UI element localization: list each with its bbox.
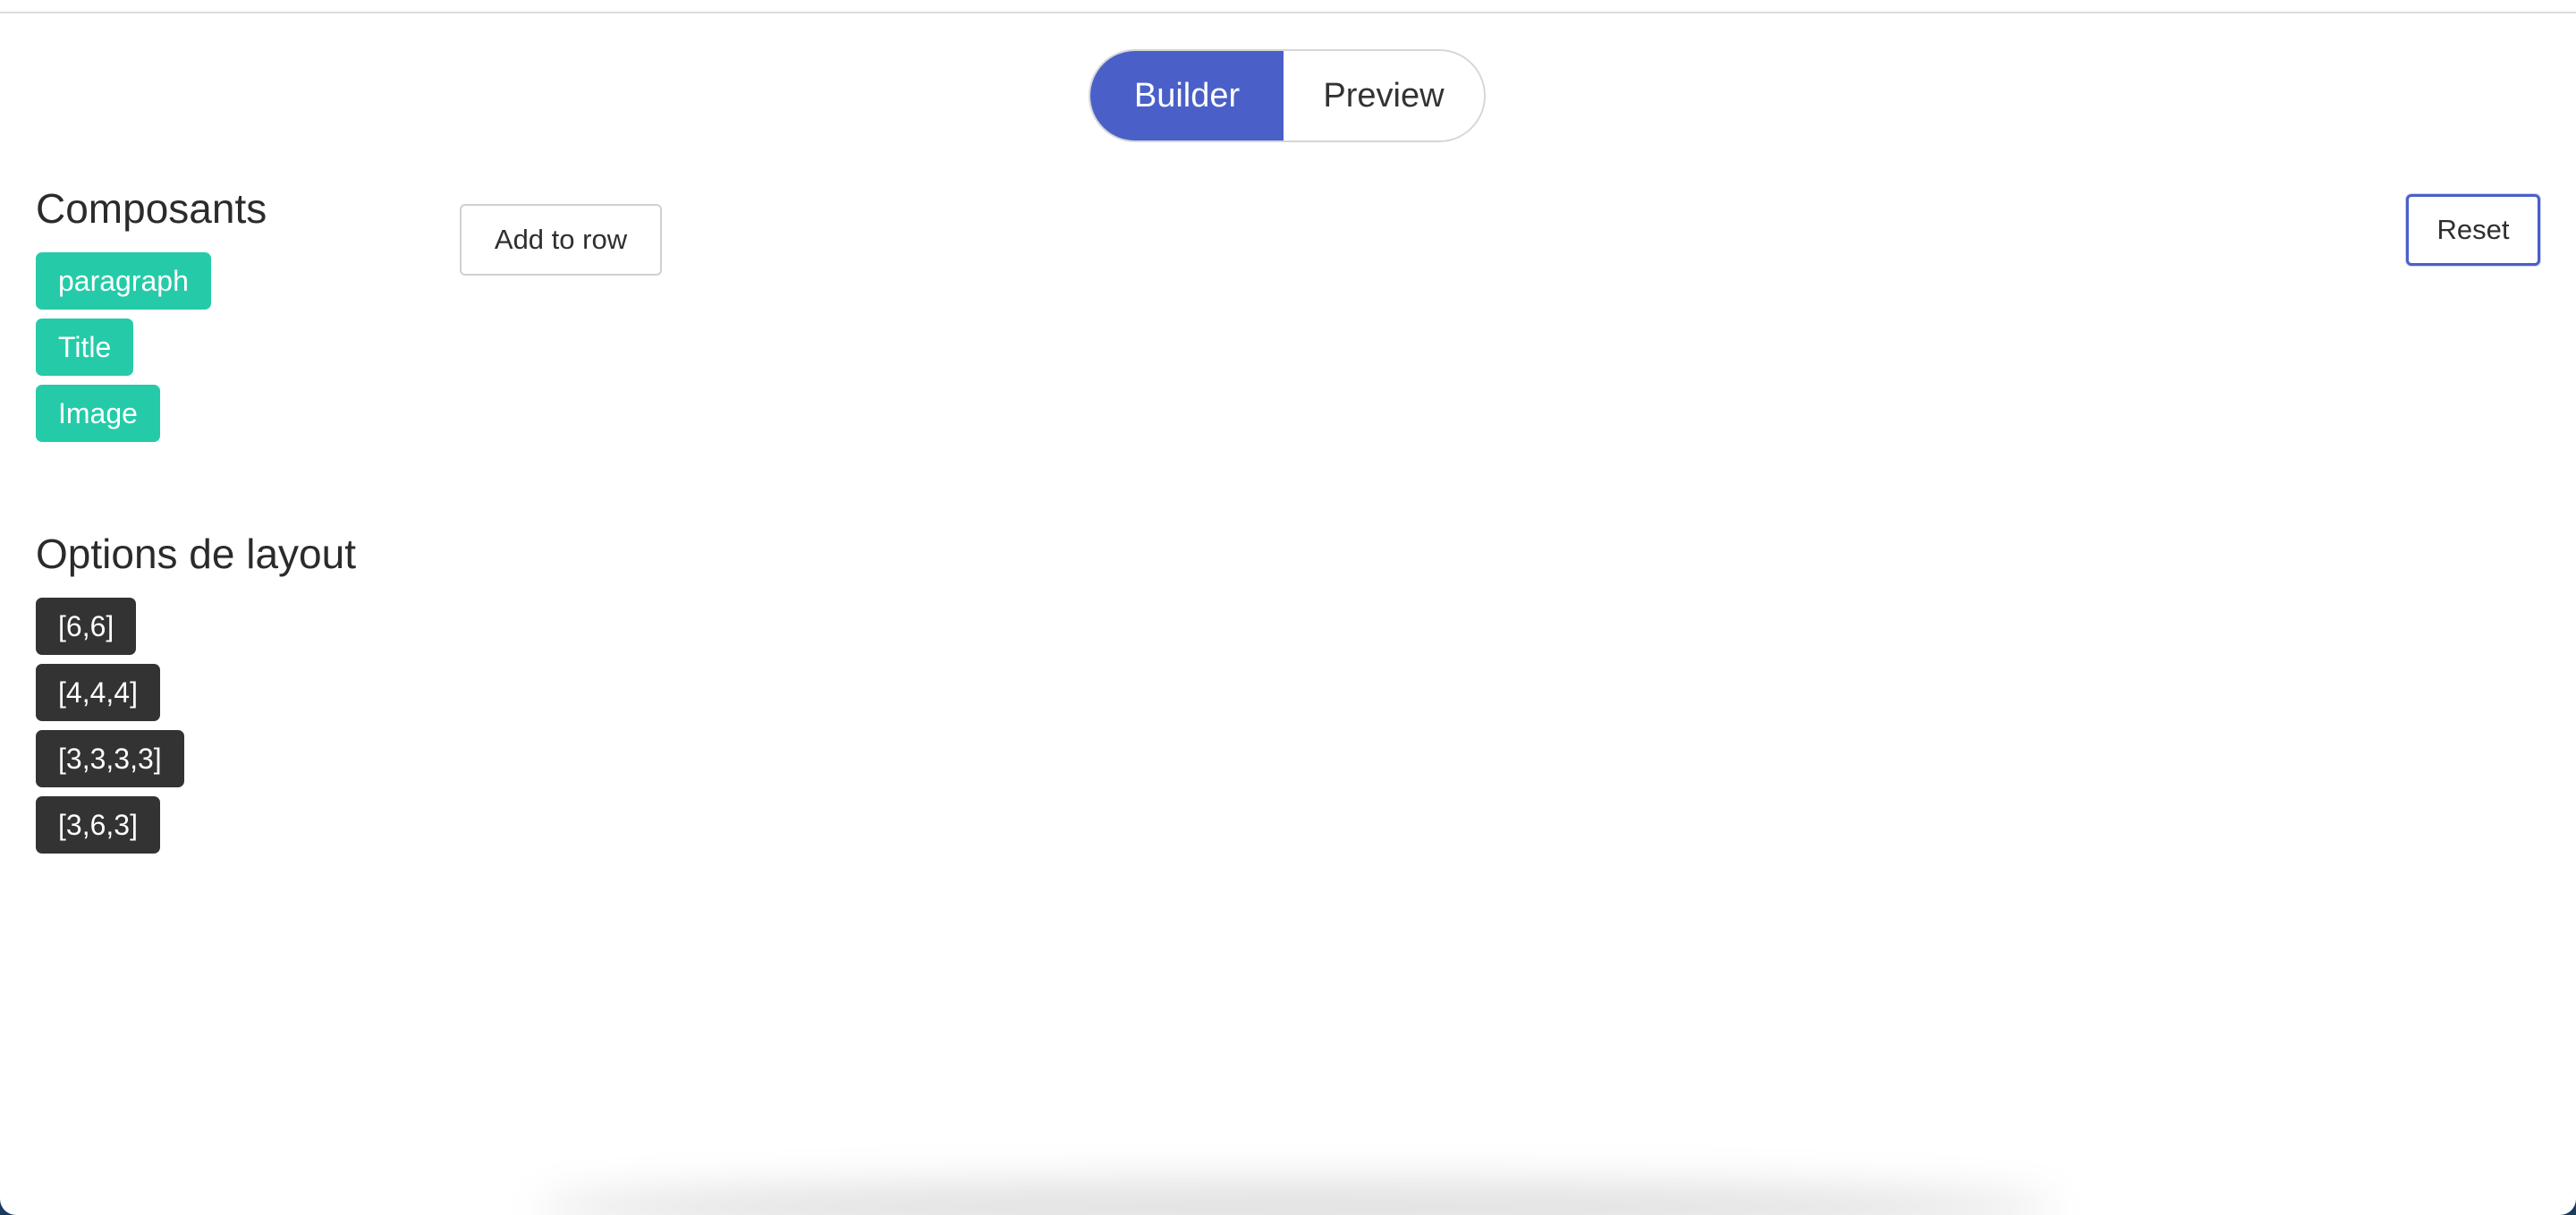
reset-button[interactable]: Reset: [2406, 194, 2540, 266]
layout-option-3-3-3-3[interactable]: [3,3,3,3]: [36, 730, 184, 787]
layout-option-6-6[interactable]: [6,6]: [36, 598, 137, 655]
components-heading: Composants: [36, 185, 267, 232]
mode-toggle: Builder Preview: [1089, 49, 1486, 142]
top-divider: [0, 12, 2576, 13]
layout-options-heading: Options de layout: [36, 531, 357, 577]
layout-option-4-4-4[interactable]: [4,4,4]: [36, 664, 160, 721]
component-title[interactable]: Title: [36, 319, 134, 376]
component-paragraph[interactable]: paragraph: [36, 252, 211, 310]
builder-mode-button[interactable]: Builder: [1090, 51, 1284, 140]
preview-mode-button[interactable]: Preview: [1284, 51, 1484, 140]
add-to-row-button[interactable]: Add to row: [460, 204, 662, 276]
builder-page: Builder Preview Composants paragraph Tit…: [0, 0, 2576, 1215]
bottom-shadow: [537, 1181, 2057, 1215]
component-image[interactable]: Image: [36, 385, 160, 442]
layout-option-3-6-3[interactable]: [3,6,3]: [36, 796, 160, 854]
